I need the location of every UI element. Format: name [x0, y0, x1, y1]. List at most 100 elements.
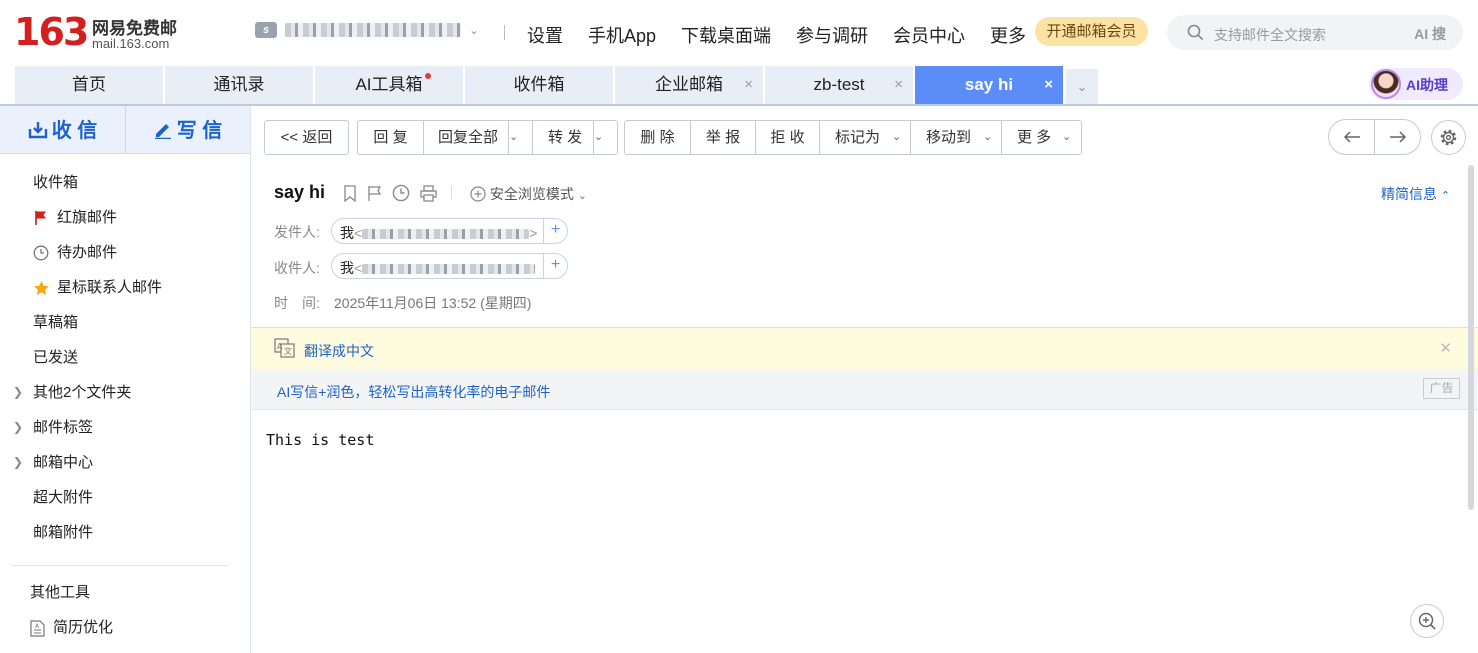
- zoom-button[interactable]: [1410, 604, 1444, 638]
- ad-bar: AI写信+润色，轻松写出高转化率的电子邮件 广告: [251, 369, 1478, 410]
- next-mail-button[interactable]: [1374, 119, 1421, 155]
- report-button[interactable]: 举 报: [690, 120, 756, 155]
- gear-icon: [1440, 129, 1457, 146]
- flag-icon[interactable]: [367, 185, 382, 202]
- tab-zb-test[interactable]: zb-test ×: [765, 66, 913, 104]
- tab-label: zb-test: [813, 75, 865, 94]
- folder-sent[interactable]: 已发送: [0, 340, 250, 375]
- tab-contacts[interactable]: 通讯录: [165, 66, 313, 104]
- tab-home[interactable]: 首页: [15, 66, 163, 104]
- section-label: 其他工具: [30, 584, 91, 601]
- receive-button[interactable]: 收 信: [0, 106, 125, 154]
- folder-other[interactable]: ❯ 其他2个文件夹: [0, 375, 250, 410]
- tool-resume[interactable]: A 简历优化: [0, 610, 250, 645]
- nav-survey[interactable]: 参与调研: [796, 22, 868, 48]
- folder-label: 收件箱: [33, 174, 79, 191]
- folder-labels[interactable]: ❯ 邮件标签: [0, 410, 250, 445]
- nav-more[interactable]: 更多: [990, 22, 1026, 48]
- folder-todo[interactable]: 待办邮件: [0, 235, 250, 270]
- chevron-down-icon: ⌄: [983, 131, 993, 143]
- tab-inbox[interactable]: 收件箱: [465, 66, 613, 104]
- folder-label: 邮箱中心: [33, 454, 94, 471]
- move-to-button[interactable]: 移动到 ⌄: [910, 120, 1002, 155]
- write-label: 写 信: [176, 120, 223, 142]
- search-box[interactable]: 支持邮件全文搜索 AI 搜: [1167, 15, 1463, 50]
- close-icon[interactable]: ×: [744, 66, 753, 104]
- nav-download-desktop[interactable]: 下载桌面端: [681, 22, 771, 48]
- close-icon[interactable]: ×: [1044, 66, 1053, 104]
- folder-mail-center[interactable]: ❯ 邮箱中心: [0, 445, 250, 480]
- close-icon[interactable]: ✕: [1439, 339, 1452, 357]
- folder-label: 星标联系人邮件: [57, 279, 163, 296]
- settings-button[interactable]: [1431, 120, 1466, 155]
- chevron-down-icon[interactable]: ⌄: [593, 120, 618, 155]
- folder-flagged[interactable]: 红旗邮件: [0, 200, 250, 235]
- folder-drafts[interactable]: 草稿箱: [0, 305, 250, 340]
- bookmark-icon[interactable]: [343, 184, 357, 202]
- forward-label: 转 发: [548, 129, 583, 146]
- delete-button[interactable]: 删 除: [624, 120, 691, 155]
- svg-text:A: A: [35, 623, 40, 630]
- tab-ai-toolbox[interactable]: AI工具箱: [315, 66, 463, 104]
- more-actions-button[interactable]: 更 多 ⌄: [1001, 120, 1082, 155]
- recipient-name: 我<: [340, 258, 536, 278]
- top-nav: 设置 手机App 下载桌面端 参与调研 会员中心 更多: [527, 22, 1026, 48]
- nav-settings[interactable]: 设置: [527, 22, 563, 48]
- recipient-address-redacted: [362, 264, 536, 274]
- logo-domain: mail.163.com: [92, 36, 170, 51]
- chevron-down-icon[interactable]: ⌄: [508, 120, 533, 155]
- print-icon[interactable]: [420, 184, 437, 202]
- folder-attachments[interactable]: 邮箱附件: [0, 515, 250, 550]
- translate-bar: A文 翻译成中文 ✕: [251, 327, 1478, 369]
- folder-starred[interactable]: 星标联系人邮件: [0, 270, 250, 305]
- ad-link[interactable]: AI写信+润色，轻松写出高转化率的电子邮件: [277, 382, 550, 402]
- write-button[interactable]: 写 信: [125, 106, 250, 154]
- ai-assistant-button[interactable]: AI助理: [1369, 68, 1463, 100]
- vip-button[interactable]: 开通邮箱会员: [1035, 17, 1148, 46]
- mark-as-button[interactable]: 标记为 ⌄: [819, 120, 911, 155]
- tabs-more-chevron-icon[interactable]: ⌄: [1066, 69, 1098, 104]
- add-contact-button[interactable]: +: [543, 219, 567, 243]
- chevron-right-icon: ❯: [13, 455, 24, 469]
- reject-button[interactable]: 拒 收: [755, 120, 820, 155]
- add-contact-button[interactable]: +: [543, 254, 567, 278]
- clock-icon[interactable]: [392, 184, 410, 202]
- mark-as-label: 标记为: [835, 129, 881, 146]
- brief-info-toggle[interactable]: 精简信息 ⌃: [1381, 184, 1450, 204]
- nav-mobile-app[interactable]: 手机App: [588, 22, 656, 48]
- tool-label: 简历优化: [53, 619, 114, 636]
- tab-label: 收件箱: [513, 75, 565, 94]
- tab-enterprise-mail[interactable]: 企业邮箱 ×: [615, 66, 763, 104]
- folder-label: 待办邮件: [57, 244, 118, 261]
- tab-label: 首页: [72, 75, 106, 94]
- reply-all-button[interactable]: 回复全部 ⌄: [423, 120, 533, 155]
- scrollbar[interactable]: [1468, 165, 1474, 510]
- safe-browsing-toggle[interactable]: 安全浏览模式 ⌄: [470, 184, 587, 204]
- ad-badge: 广告: [1423, 378, 1460, 399]
- notification-dot: [425, 73, 431, 79]
- folder-inbox[interactable]: 收件箱: [0, 165, 250, 200]
- translate-link[interactable]: 翻译成中文: [304, 341, 374, 361]
- tab-say-hi[interactable]: say hi ×: [915, 66, 1063, 104]
- red-flag-icon: [35, 211, 46, 225]
- chevron-down-icon: ⌄: [577, 190, 587, 202]
- ai-search-button[interactable]: AI 搜: [1414, 24, 1446, 44]
- sender-chip[interactable]: 我< > +: [331, 218, 568, 244]
- nav-member-center[interactable]: 会员中心: [893, 22, 965, 48]
- account-switcher[interactable]: s ⌄: [255, 22, 479, 38]
- search-input[interactable]: 支持邮件全文搜索: [1214, 25, 1326, 45]
- document-icon: A: [30, 620, 45, 637]
- time-label: 时 间:: [274, 295, 320, 311]
- logo[interactable]: 163 网易免费邮 mail.163.com: [14, 12, 177, 52]
- forward-button[interactable]: 转 发 ⌄: [532, 120, 618, 155]
- back-button[interactable]: << 返回: [264, 120, 349, 155]
- arrow-left-icon: [1343, 131, 1360, 143]
- from-label: 发件人:: [274, 224, 320, 240]
- close-icon[interactable]: ×: [894, 66, 903, 104]
- translate-icon: A文: [274, 338, 295, 358]
- folder-large-attachments[interactable]: 超大附件: [0, 480, 250, 515]
- prev-mail-button[interactable]: [1328, 119, 1375, 155]
- reply-button[interactable]: 回 复: [357, 120, 424, 155]
- recipient-chip[interactable]: 我< +: [331, 253, 568, 279]
- sender-display-name: 我: [340, 225, 354, 241]
